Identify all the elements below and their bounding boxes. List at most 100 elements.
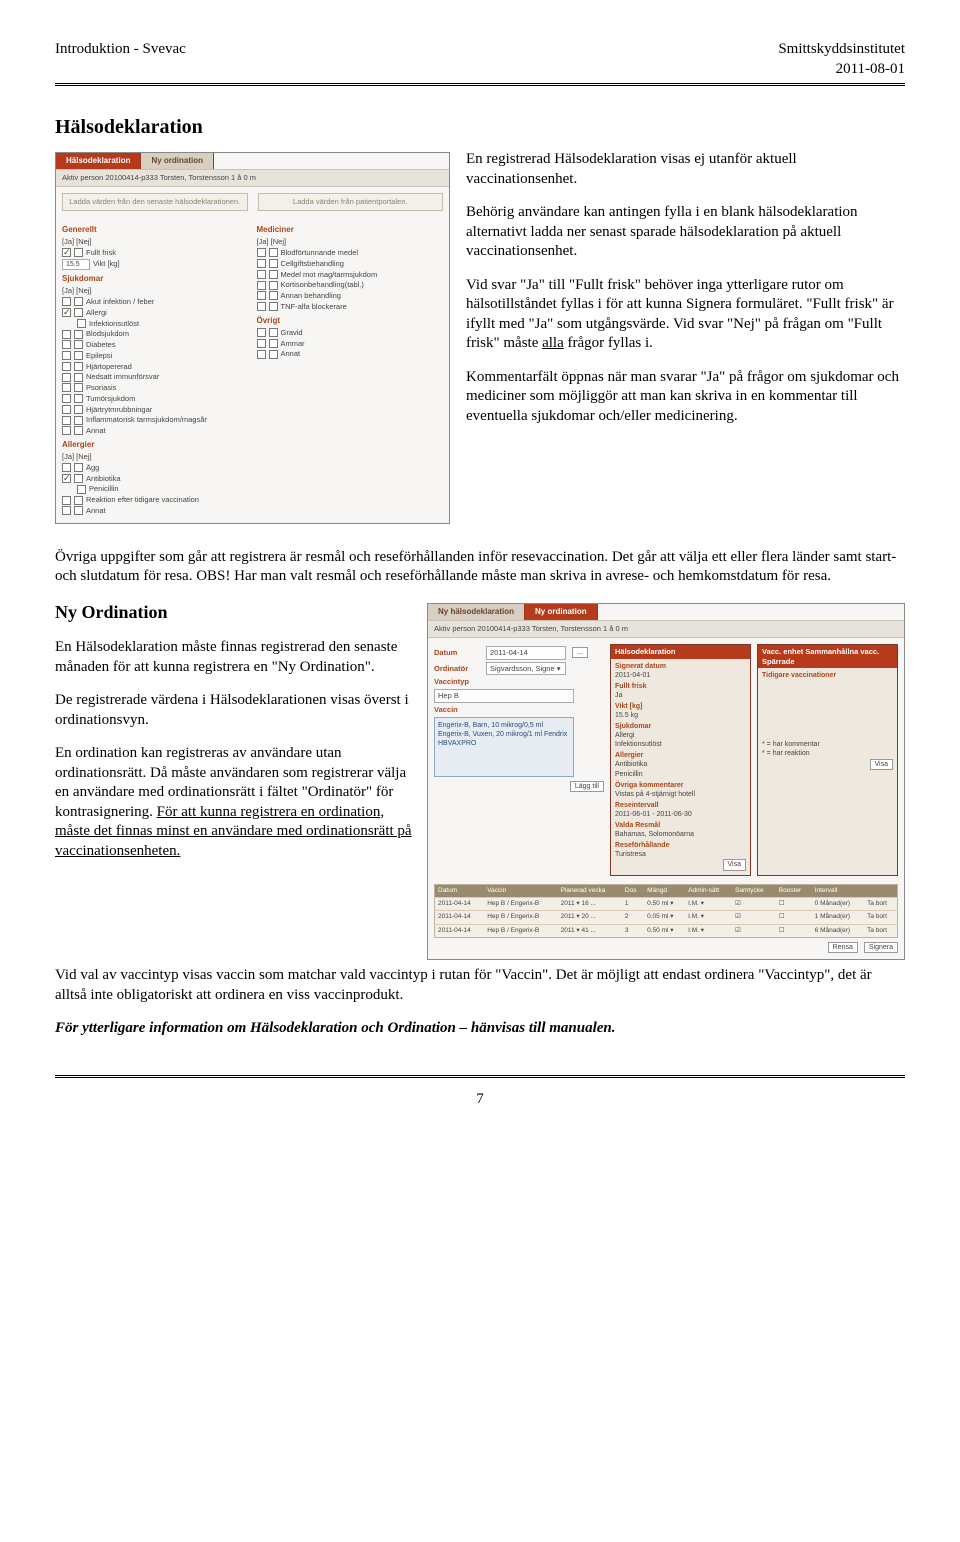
row-label: Tumörsjukdom — [86, 394, 135, 404]
cb[interactable] — [269, 328, 278, 337]
cb[interactable] — [257, 270, 266, 279]
cb[interactable] — [74, 474, 83, 483]
cb-akut-nej[interactable] — [74, 297, 83, 306]
fullt-frisk-ja-checkbox[interactable] — [62, 248, 71, 257]
cb[interactable] — [77, 485, 86, 494]
allergier-label: Allergier — [615, 751, 746, 760]
vikt-input[interactable]: 15.5 — [62, 259, 90, 270]
cb[interactable] — [74, 405, 83, 414]
cb[interactable] — [74, 426, 83, 435]
visa-button-2[interactable]: Visa — [870, 759, 894, 770]
ordinator-label: Ordinatör — [434, 664, 480, 674]
vikt-value2: 15.5 kg — [615, 711, 746, 720]
cb[interactable] — [62, 496, 71, 505]
paragraph: Övriga uppgifter som går att registrera … — [55, 548, 905, 587]
lagg-till-button[interactable]: Lägg till — [570, 781, 604, 792]
vaccintyp-select[interactable]: Hep B — [434, 689, 574, 703]
ladda-senaste-button[interactable]: Ladda värden från den senaste hälsodekla… — [62, 193, 248, 211]
cb[interactable] — [74, 463, 83, 472]
cb[interactable] — [74, 383, 83, 392]
cb[interactable] — [74, 373, 83, 382]
date-picker-button[interactable]: ... — [572, 647, 588, 658]
aktiv-person-bar-2: Aktiv person 20100414-p333 Torsten, Tors… — [428, 620, 904, 638]
signera-button[interactable]: Signera — [864, 942, 898, 953]
vaccin-listbox[interactable]: Engerix-B, Barn, 10 mikrog/0,5 ml Engeri… — [434, 717, 574, 777]
cb[interactable] — [269, 350, 278, 359]
cb[interactable] — [269, 259, 278, 268]
cb[interactable] — [62, 340, 71, 349]
cb[interactable] — [62, 405, 71, 414]
th: Intervall — [812, 884, 864, 897]
row-label: Reaktion efter tidigare vaccination — [86, 495, 199, 505]
tab-ny-halsodeklaration[interactable]: Ny hälsodeklaration — [428, 604, 525, 620]
tab-ny-ordination-active[interactable]: Ny ordination — [525, 604, 598, 620]
cb[interactable] — [257, 339, 266, 348]
row-label: Psoriasis — [86, 383, 116, 393]
cb-allergi-nej[interactable] — [74, 308, 83, 317]
tab-ny-ordination[interactable]: Ny ordination — [141, 153, 214, 169]
cb[interactable] — [269, 302, 278, 311]
cb[interactable] — [62, 394, 71, 403]
visa-button[interactable]: Visa — [723, 859, 747, 870]
row-label: Ammar — [281, 339, 305, 349]
cb[interactable] — [74, 416, 83, 425]
cb[interactable] — [62, 416, 71, 425]
header-rule — [55, 83, 905, 86]
cb[interactable] — [74, 351, 83, 360]
mediciner-heading: Mediciner — [257, 225, 444, 235]
cb[interactable] — [257, 281, 266, 290]
cb[interactable] — [62, 383, 71, 392]
cb[interactable] — [269, 291, 278, 300]
table-cell[interactable]: Ta bort — [864, 911, 897, 924]
cb[interactable] — [269, 281, 278, 290]
table-cell[interactable]: Ta bort — [864, 897, 897, 910]
row-label: Kortisonbehandling(tabl.) — [281, 280, 364, 290]
cb[interactable] — [62, 373, 71, 382]
cb[interactable] — [257, 259, 266, 268]
cb[interactable] — [257, 350, 266, 359]
cb[interactable] — [74, 506, 83, 515]
cb[interactable] — [257, 328, 266, 337]
cb[interactable] — [62, 426, 71, 435]
cb[interactable] — [74, 340, 83, 349]
row-label: Diabetes — [86, 340, 116, 350]
fullt-frisk-nej-checkbox[interactable] — [74, 248, 83, 257]
table-cell: ☐ — [776, 924, 812, 937]
text-span: Vid svar "Ja" till "Fullt frisk" behöver… — [466, 277, 894, 352]
cb[interactable] — [257, 302, 266, 311]
cb-akut-ja[interactable] — [62, 297, 71, 306]
paragraph: Vid val av vaccintyp visas vaccin som ma… — [55, 966, 905, 1005]
cb[interactable] — [62, 463, 71, 472]
cb[interactable] — [62, 330, 71, 339]
tab-halsodeklaration[interactable]: Hälsodeklaration — [56, 153, 141, 169]
datum-input[interactable]: 2011-04-14 — [486, 646, 566, 660]
ordinator-select[interactable]: Sigvardsson, Signe ▾ — [486, 662, 566, 676]
cb-infekt[interactable] — [77, 319, 86, 328]
cb[interactable] — [62, 506, 71, 515]
cb[interactable] — [62, 362, 71, 371]
ladda-patientportal-button[interactable]: Ladda värden från patientportalen. — [258, 193, 444, 211]
generellt-heading: Generellt — [62, 225, 249, 235]
th: Booster — [776, 884, 812, 897]
cb[interactable] — [269, 248, 278, 257]
rensa-button[interactable]: Rensa — [828, 942, 858, 953]
cb[interactable] — [257, 291, 266, 300]
paragraph-italic: För ytterligare information om Hälsodekl… — [55, 1019, 905, 1039]
cb-antibiotika-ja[interactable] — [62, 474, 71, 483]
cb[interactable] — [74, 496, 83, 505]
ja-nej-labels-2: [Ja] [Nej] — [62, 286, 249, 296]
cb[interactable] — [74, 330, 83, 339]
row-label: Annat — [86, 506, 106, 516]
cb[interactable] — [269, 339, 278, 348]
cb[interactable] — [74, 394, 83, 403]
table-cell[interactable]: Ta bort — [864, 924, 897, 937]
section-title-halsodeklaration: Hälsodeklaration — [55, 114, 905, 140]
cb[interactable] — [257, 248, 266, 257]
cb-allergi-ja[interactable] — [62, 308, 71, 317]
cb[interactable] — [62, 351, 71, 360]
cb[interactable] — [269, 270, 278, 279]
table-cell: 3 — [622, 924, 644, 937]
table-cell: 0 Månad(er) — [812, 897, 864, 910]
cb[interactable] — [74, 362, 83, 371]
row-label: Hjärtrytmrubbningar — [86, 405, 152, 415]
